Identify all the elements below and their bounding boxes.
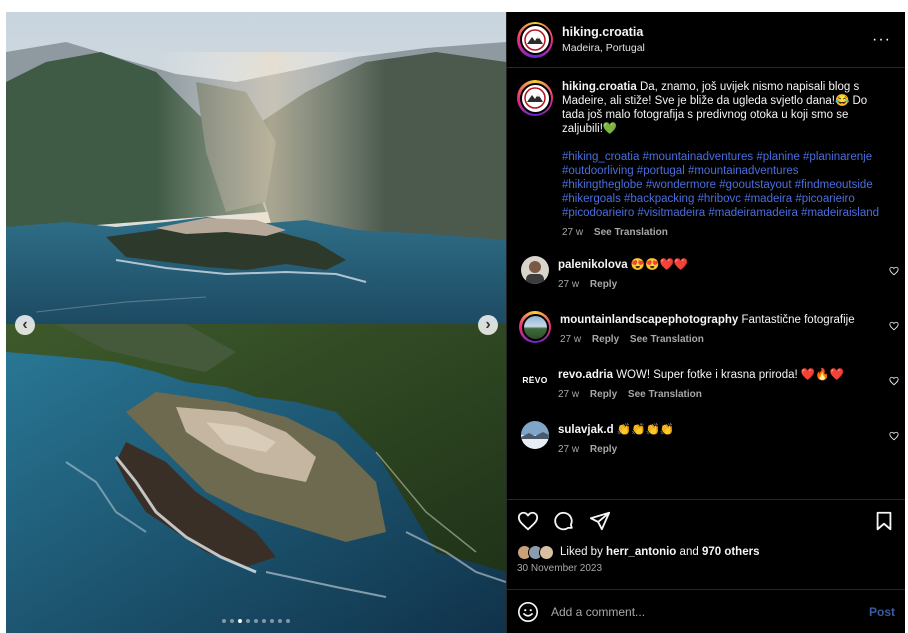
caption-username[interactable]: hiking.croatia bbox=[562, 81, 637, 93]
carousel-dot bbox=[238, 619, 242, 623]
carousel-dot bbox=[286, 619, 290, 623]
liked-by-label: Liked by bbox=[560, 546, 603, 558]
share-paper-plane-icon[interactable] bbox=[589, 510, 611, 532]
reply-button[interactable]: Reply bbox=[590, 279, 617, 290]
comment-item: palenikolova 😍😍❤️❤️ 27 w Reply bbox=[507, 256, 905, 292]
comment-text: Fantastične fotografije bbox=[741, 314, 855, 326]
madeira-aerial-photo bbox=[6, 12, 506, 633]
liked-by-joiner: and bbox=[679, 546, 699, 558]
like-comment-heart-icon[interactable] bbox=[889, 376, 899, 386]
carousel-dot bbox=[262, 619, 266, 623]
carousel-next-button[interactable]: › bbox=[478, 315, 498, 335]
liker-avatars bbox=[517, 544, 554, 560]
post-header: hiking.croatia Madeira, Portugal ··· bbox=[507, 12, 905, 68]
reply-button[interactable]: Reply bbox=[590, 389, 617, 400]
comment-item: mountainlandscapephotography Fantastične… bbox=[507, 311, 905, 347]
comment-bubble-icon[interactable] bbox=[553, 510, 575, 532]
likes-summary[interactable]: Liked by herr_antonio and 970 others bbox=[507, 541, 905, 563]
commenter-avatar[interactable] bbox=[521, 421, 549, 449]
reply-button[interactable]: Reply bbox=[592, 334, 619, 345]
post-comment-button[interactable]: Post bbox=[869, 605, 895, 619]
comment-age: 27 w bbox=[558, 444, 580, 455]
revo-logo-text: RЁVO bbox=[522, 375, 548, 385]
caption-age: 27 w bbox=[562, 227, 584, 238]
commenter-avatar[interactable]: RЁVO bbox=[521, 366, 549, 394]
comment-text: 👏👏👏👏 bbox=[616, 424, 675, 436]
caption-hashtags[interactable]: #hiking_croatia #mountainadventures #pla… bbox=[562, 150, 881, 220]
like-comment-heart-icon[interactable] bbox=[889, 266, 899, 276]
carousel-dots bbox=[6, 619, 506, 623]
carousel-dot bbox=[246, 619, 250, 623]
like-heart-icon[interactable] bbox=[517, 510, 539, 532]
post-date: 30 November 2023 bbox=[517, 563, 603, 574]
comment-age: 27 w bbox=[560, 334, 582, 345]
see-translation-button[interactable]: See Translation bbox=[630, 334, 704, 345]
comment-item: RЁVO revo.adria WOW! Super fotke i krasn… bbox=[507, 366, 905, 402]
see-translation-button[interactable]: See Translation bbox=[594, 227, 668, 238]
comment-username[interactable]: revo.adria bbox=[558, 369, 613, 381]
comments-list[interactable]: hiking.croatia Da, znamo, još uvijek nis… bbox=[507, 68, 905, 499]
post-photo[interactable]: ‹ › bbox=[6, 12, 506, 633]
liker-avatar bbox=[539, 544, 554, 560]
reply-button[interactable]: Reply bbox=[590, 444, 617, 455]
comment-item: sulavjak.d 👏👏👏👏 27 w Reply bbox=[507, 421, 905, 457]
like-comment-heart-icon[interactable] bbox=[889, 321, 899, 331]
emoji-smiley-icon[interactable] bbox=[517, 601, 539, 623]
mountain-logo-icon bbox=[524, 87, 546, 109]
liked-by-user[interactable]: herr_antonio bbox=[606, 546, 676, 558]
caption: hiking.croatia Da, znamo, još uvijek nis… bbox=[507, 80, 905, 240]
add-comment-input[interactable] bbox=[551, 604, 869, 619]
carousel-prev-button[interactable]: ‹ bbox=[15, 315, 35, 335]
caption-author-avatar[interactable] bbox=[517, 80, 553, 116]
author-avatar[interactable] bbox=[517, 21, 553, 58]
comment-username[interactable]: mountainlandscapephotography bbox=[560, 314, 738, 326]
commenter-avatar[interactable] bbox=[521, 256, 549, 284]
post-side-panel: hiking.croatia Madeira, Portugal ··· hik… bbox=[506, 12, 905, 633]
carousel-dot bbox=[254, 619, 258, 623]
commenter-avatar[interactable] bbox=[519, 311, 551, 343]
post-modal: ‹ › hiking.croatia Madeira, Portugal ··· bbox=[6, 12, 905, 633]
like-comment-heart-icon[interactable] bbox=[889, 431, 899, 441]
carousel-dot bbox=[278, 619, 282, 623]
comment-username[interactable]: palenikolova bbox=[558, 259, 628, 271]
save-bookmark-icon[interactable] bbox=[873, 510, 895, 532]
comment-text: 😍😍❤️❤️ bbox=[630, 259, 689, 271]
comment-text: WOW! Super fotke i krasna priroda! ❤️🔥❤️ bbox=[616, 369, 844, 381]
mountain-logo-icon bbox=[524, 28, 546, 51]
author-username[interactable]: hiking.croatia bbox=[562, 25, 868, 39]
liked-by-others[interactable]: 970 others bbox=[702, 546, 760, 558]
comment-age: 27 w bbox=[558, 389, 580, 400]
comment-username[interactable]: sulavjak.d bbox=[558, 424, 614, 436]
comment-age: 27 w bbox=[558, 279, 580, 290]
carousel-dot bbox=[230, 619, 234, 623]
see-translation-button[interactable]: See Translation bbox=[628, 389, 702, 400]
add-comment-bar: Post bbox=[507, 589, 905, 633]
post-location[interactable]: Madeira, Portugal bbox=[562, 42, 868, 54]
post-actions bbox=[507, 499, 905, 541]
more-options-button[interactable]: ··· bbox=[868, 31, 895, 49]
carousel-dot bbox=[270, 619, 274, 623]
carousel-dot bbox=[222, 619, 226, 623]
